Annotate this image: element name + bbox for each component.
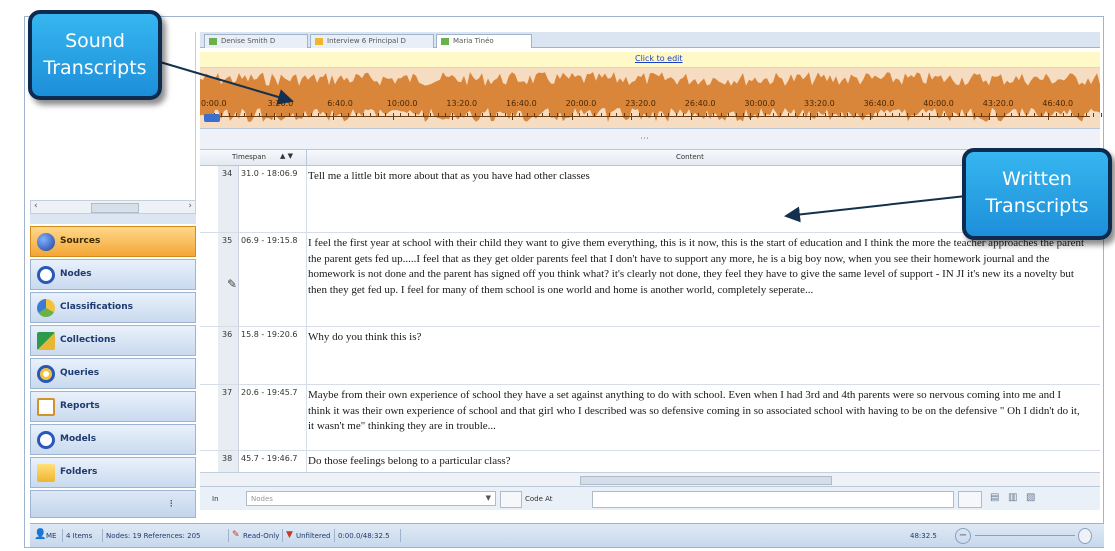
- callout-arrows: [159, 61, 967, 223]
- written-transcripts-callout: Written Transcripts: [962, 148, 1112, 240]
- written-callout-arrow: [784, 195, 967, 223]
- sound-callout-arrow: [159, 61, 294, 105]
- sound-transcripts-callout: Sound Transcripts: [28, 10, 162, 100]
